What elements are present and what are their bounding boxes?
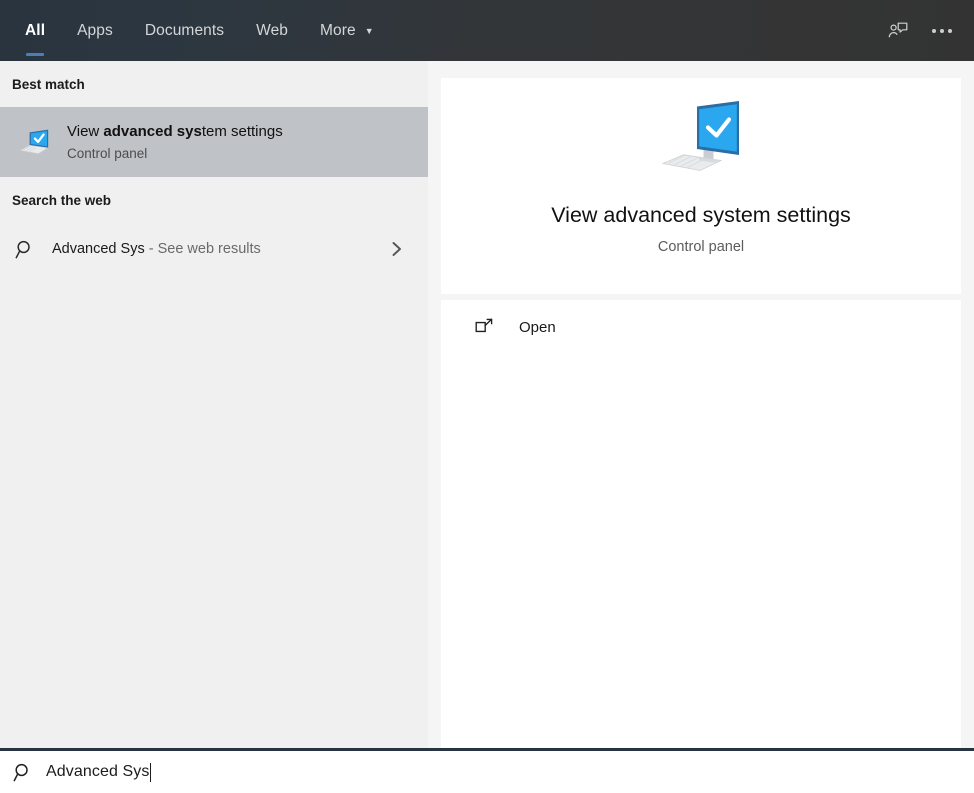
- result-row-web-search[interactable]: Advanced Sys - See web results: [0, 223, 428, 275]
- preview-title: View advanced system settings: [551, 203, 851, 228]
- tab-apps[interactable]: Apps: [61, 0, 129, 61]
- result-title-prefix: View: [67, 123, 103, 140]
- more-options-button[interactable]: [920, 9, 964, 53]
- result-title-suffix: tem settings: [202, 123, 283, 140]
- result-title: View advanced system settings: [67, 122, 283, 141]
- filter-tabs: All Apps Documents Web More ▼: [0, 0, 390, 61]
- tab-more[interactable]: More ▼: [304, 0, 390, 61]
- tab-web-label: Web: [256, 22, 288, 40]
- preview-pane: View advanced system settings Control pa…: [428, 61, 974, 748]
- tab-documents[interactable]: Documents: [129, 0, 240, 61]
- open-button[interactable]: Open: [441, 300, 961, 354]
- preview-subtitle: Control panel: [658, 239, 744, 255]
- search-icon: [13, 762, 34, 783]
- ellipsis-icon: [932, 29, 952, 33]
- search-input-value: Advanced Sys: [46, 763, 149, 781]
- open-external-icon: [473, 317, 495, 337]
- web-result-query: Advanced Sys: [52, 241, 145, 257]
- web-result-label: Advanced Sys - See web results: [38, 241, 261, 257]
- search-header: All Apps Documents Web More ▼: [0, 0, 974, 61]
- result-title-match: advanced sys: [103, 123, 201, 140]
- tab-active-indicator: [26, 53, 44, 56]
- result-subtitle: Control panel: [67, 145, 283, 163]
- search-input[interactable]: Advanced Sys: [46, 763, 151, 782]
- feedback-person-icon: [887, 20, 909, 42]
- header-actions: [876, 0, 964, 61]
- chevron-down-icon: ▼: [365, 27, 374, 36]
- tab-apps-label: Apps: [77, 22, 113, 40]
- feedback-button[interactable]: [876, 9, 920, 53]
- windows-search-panel: All Apps Documents Web More ▼: [0, 0, 974, 793]
- tab-web[interactable]: Web: [240, 0, 304, 61]
- result-row-view-advanced-system-settings[interactable]: View advanced system settings Control pa…: [0, 107, 428, 177]
- web-result-suffix: - See web results: [145, 241, 261, 257]
- search-input-icon: [0, 762, 46, 783]
- tab-more-label: More: [320, 22, 356, 40]
- preview-card: View advanced system settings Control pa…: [441, 78, 961, 294]
- search-bar[interactable]: Advanced Sys: [0, 748, 974, 793]
- results-list: Best match View advanced system settings: [0, 61, 428, 748]
- text-cursor: [150, 763, 151, 782]
- open-button-label: Open: [495, 319, 556, 336]
- result-text-block: View advanced system settings Control pa…: [56, 122, 283, 163]
- tab-documents-label: Documents: [145, 22, 224, 40]
- chevron-right-icon[interactable]: [390, 240, 404, 258]
- actions-card: Open: [441, 300, 961, 748]
- desktop-monitor-check-icon: [655, 98, 747, 184]
- group-header-search-the-web: Search the web: [0, 177, 428, 223]
- tab-all-label: All: [25, 22, 45, 40]
- monitor-check-icon: [12, 120, 56, 164]
- group-header-best-match: Best match: [0, 61, 428, 107]
- tab-all[interactable]: All: [9, 0, 61, 61]
- search-icon: [12, 239, 38, 260]
